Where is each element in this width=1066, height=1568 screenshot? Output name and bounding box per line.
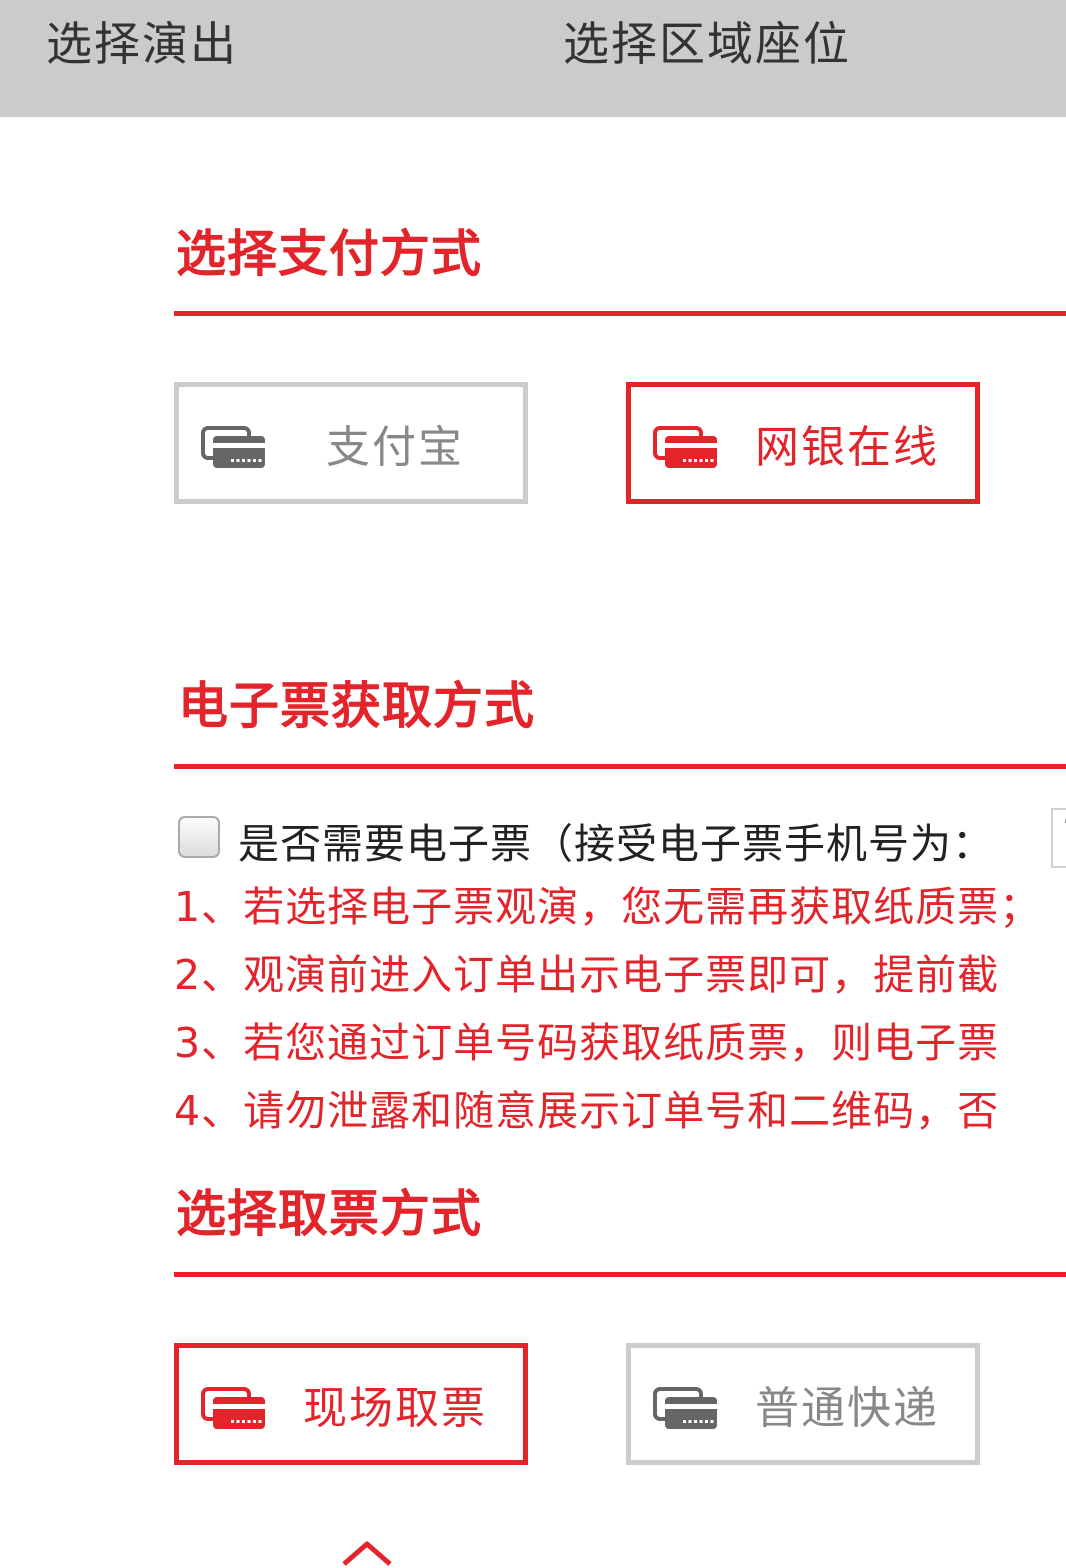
payment-divider [174,311,1066,316]
pickup-option-onsite[interactable]: 现场取票 [174,1343,528,1465]
pickup-section-title: 选择取票方式 [176,1185,482,1243]
step-select-seat[interactable]: 选择区域座位 [563,8,851,74]
pickup-option-express[interactable]: 普通快递 [626,1343,980,1465]
eticket-note: 3、若您通过订单号码获取纸质票，则电子票 [174,1019,1000,1067]
card-icon [653,426,717,468]
card-icon [201,426,265,468]
step-bar: 选择演出 选择区域座位 [0,0,1066,117]
eticket-note: 4、请勿泄露和随意展示订单号和二维码，否 [174,1087,1000,1135]
card-icon [653,1387,717,1429]
eticket-checkbox[interactable] [178,816,220,858]
pay-option-online-bank[interactable]: 网银在线 [626,382,980,504]
eticket-checkbox-label: 是否需要电子票（接受电子票手机号为： [238,820,994,868]
pay-option-alipay[interactable]: 支付宝 [174,382,528,504]
payment-section-title: 选择支付方式 [176,225,482,283]
pay-option-online-bank-label: 网银在线 [755,422,939,473]
chevron-up-icon[interactable] [340,1538,394,1568]
eticket-divider [174,764,1066,769]
eticket-notes: 1、若选择电子票观演，您无需再获取纸质票； 2、观演前进入订单出示电子票即可，提… [174,878,1066,1150]
pickup-divider [174,1272,1066,1277]
pickup-option-express-label: 普通快递 [755,1383,939,1434]
eticket-section-title: 电子票获取方式 [178,677,535,735]
pay-option-alipay-label: 支付宝 [326,422,464,473]
eticket-row: 是否需要电子票（接受电子票手机号为： 1 [176,808,1066,868]
eticket-note: 1、若选择电子票观演，您无需再获取纸质票； [174,883,1042,931]
eticket-note: 2、观演前进入订单出示电子票即可，提前截 [174,951,1000,999]
eticket-phone-input[interactable]: 1 [1051,808,1066,868]
pickup-option-onsite-label: 现场取票 [303,1383,487,1434]
step-select-show[interactable]: 选择演出 [46,8,238,74]
card-icon [201,1387,265,1429]
